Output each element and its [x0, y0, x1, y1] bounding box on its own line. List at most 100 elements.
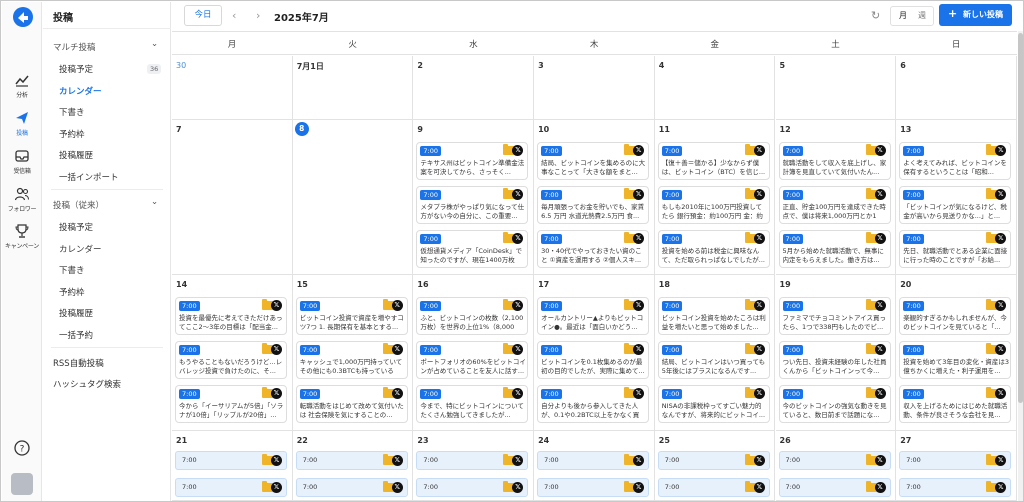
scheduled-post-card[interactable]: 7:00 𝕏 結局、ビットコインを集めるのに大事なことって「大きな額をまと...: [537, 142, 650, 180]
scrollbar-thumb[interactable]: [1018, 33, 1023, 403]
scheduled-post-card[interactable]: 7:00 𝕏 今まで、特にビットコインについてたくさん勉強してきましたが...: [416, 385, 529, 423]
calendar-day-cell[interactable]: 25 7:00 𝕏 7:00 𝕏: [654, 431, 776, 501]
scheduled-post-card[interactable]: 7:00 𝕏 キャッシュで1,000万円持っていてその他にも0.3BTCも持っている…: [295, 341, 408, 379]
reserved-slot[interactable]: 7:00 𝕏: [537, 478, 650, 497]
scrollbar[interactable]: [1018, 31, 1023, 501]
reserved-slot[interactable]: 7:00 𝕏: [899, 478, 1012, 497]
scheduled-post-card[interactable]: 7:00 𝕏 メタプラ株がやっぱり気になって仕方がない今の自分に、この重要...: [416, 186, 529, 224]
calendar-day-cell[interactable]: 27 7:00 𝕏 7:00 𝕏: [896, 431, 1017, 501]
today-button[interactable]: 今日: [184, 5, 222, 26]
calendar-day-cell[interactable]: 24 7:00 𝕏 7:00 𝕏: [534, 431, 655, 501]
scheduled-post-card[interactable]: 7:00 𝕏 ポートフォリオの60%をビットコインが占めていることを友人に話す...: [416, 341, 529, 379]
side-nav-item[interactable]: 一括インポート: [59, 171, 119, 183]
scheduled-post-card[interactable]: 7:00 𝕏 「ビットコインが気になるけど、税金が高いから見送りかな...」と...: [899, 186, 1012, 224]
reserved-slot[interactable]: 7:00 𝕏: [175, 478, 287, 497]
scheduled-post-card[interactable]: 7:00 𝕏 ふと、ビットコインの枚数（2,100万枚）を世界の上位1%（8,000…: [416, 297, 529, 335]
calendar-day-cell[interactable]: 15 7:00 𝕏 ビットコイン投資で資産を増やすコツ7つ 1. 長期保有を基本とする…: [292, 275, 414, 431]
scheduled-post-card[interactable]: 7:00 𝕏 結局、ビットコインはいつ買っても5年後にはプラスになるんです...: [657, 341, 770, 379]
scheduled-post-card[interactable]: 7:00 𝕏 収入を上げるためにはじめた就職活動、条件が良さそうな会社を見...: [899, 385, 1012, 423]
side-nav-item[interactable]: 投稿履歴: [59, 307, 93, 319]
next-month-button[interactable]: ›: [256, 9, 260, 22]
side-nav-item[interactable]: 投稿予定: [59, 63, 93, 75]
scheduled-post-card[interactable]: 7:00 𝕏 投資を最優先に考えてきただけあってここ2〜3年の目標は「配当金...: [175, 297, 287, 335]
help-icon[interactable]: ?: [14, 440, 30, 456]
side-nav-item[interactable]: 一括予約: [59, 329, 93, 341]
side-nav-item[interactable]: 予約枠: [59, 286, 85, 298]
reserved-slot[interactable]: 7:00 𝕏: [295, 478, 408, 497]
reserved-slot[interactable]: 7:00 𝕏: [295, 451, 408, 470]
side-nav-item[interactable]: 下書き: [59, 106, 85, 118]
view-week-button[interactable]: 週: [918, 10, 926, 21]
reserved-slot[interactable]: 7:00 𝕏: [657, 478, 770, 497]
calendar-day-cell[interactable]: 2: [413, 56, 535, 120]
refresh-icon[interactable]: ↻: [871, 9, 880, 22]
scheduled-post-card[interactable]: 7:00 𝕏 仮想通貨メディア「CoinDesk」で知ったのですが、現在1400万枚…: [416, 230, 529, 268]
reserved-slot[interactable]: 7:00 𝕏: [899, 451, 1012, 470]
calendar-day-cell[interactable]: 12 7:00 𝕏 就職活動をして収入を底上げし、家計簿を見直していて気付いたん...…: [775, 120, 897, 275]
side-nav-item[interactable]: 予約枠: [59, 128, 85, 140]
chevron-down-icon[interactable]: ⌄: [151, 197, 158, 207]
scheduled-post-card[interactable]: 7:00 𝕏 つい先日、投資未経験の年した社員くんから「ビットコインって今...: [778, 341, 891, 379]
calendar-day-cell[interactable]: 11 7:00 𝕏 【復＋善＝儲かる】少なからず僕は、ビットコイン（BTC）を信じ..…: [654, 120, 776, 275]
calendar-day-cell[interactable]: 5: [775, 56, 897, 120]
new-post-button[interactable]: + 新しい投稿: [939, 4, 1012, 26]
scheduled-post-card[interactable]: 7:00 𝕏 5月から始めた就職活動で、無事に内定をもらえました。働き方は...: [778, 230, 891, 268]
reserved-slot[interactable]: 7:00 𝕏: [416, 451, 529, 470]
nav-group-group2[interactable]: 投稿（従来）: [53, 199, 104, 211]
reserved-slot[interactable]: 7:00 𝕏: [778, 478, 891, 497]
calendar-day-cell[interactable]: 17 7:00 𝕏 オールカントリー▲よりもビットコイン●。最近は「面白いかどう...…: [534, 275, 655, 431]
calendar-day-cell[interactable]: 6: [896, 56, 1017, 120]
calendar-day-cell[interactable]: 16 7:00 𝕏 ふと、ビットコインの枚数（2,100万枚）を世界の上位1%（8,0…: [413, 275, 535, 431]
calendar-day-cell[interactable]: 19 7:00 𝕏 ファミマでチョコミントアイス買ったら、1つで338円もしたのでビ.…: [775, 275, 897, 431]
scheduled-post-card[interactable]: 7:00 𝕏 自分よりも後から参入してきた人が、0.1や0.2BTC以上をかなく買い…: [537, 385, 650, 423]
scheduled-post-card[interactable]: 7:00 𝕏 テキサス州はビットコイン準備金法案を可決してから、さっそく...: [416, 142, 529, 180]
calendar-day-cell[interactable]: 20 7:00 𝕏 楽観的すぎるかもしれませんが、今のビットコインを見ていると「...…: [896, 275, 1017, 431]
calendar-day-cell[interactable]: 23 7:00 𝕏 7:00 𝕏: [413, 431, 535, 501]
side-nav-item[interactable]: 下書き: [59, 264, 85, 276]
reserved-slot[interactable]: 7:00 𝕏: [537, 451, 650, 470]
prev-month-button[interactable]: ‹: [232, 9, 236, 22]
calendar-day-cell[interactable]: 7月1日: [292, 56, 414, 120]
side-nav-item[interactable]: カレンダー: [59, 243, 102, 255]
rail-item-trophy[interactable]: キャンペーン: [2, 223, 42, 250]
avatar[interactable]: [11, 473, 33, 495]
scheduled-post-card[interactable]: 7:00 𝕏 就職活動をして収入を底上げし、家計簿を見直していて気付いたん...: [778, 142, 891, 180]
scheduled-post-card[interactable]: 7:00 𝕏 転職活動をはじめて改めて気付いたは 社会保険を気にすることの...: [295, 385, 408, 423]
nav-group-group1[interactable]: マルチ投稿: [53, 41, 96, 53]
calendar-day-cell[interactable]: 21 7:00 𝕏 7:00 𝕏: [172, 431, 293, 501]
scheduled-post-card[interactable]: 7:00 𝕏 もうやることもないだろうけど...レバレッジ投資で負けたのに、そ...: [175, 341, 287, 379]
calendar-day-cell[interactable]: 22 7:00 𝕏 7:00 𝕏: [292, 431, 414, 501]
scheduled-post-card[interactable]: 7:00 𝕏 NISAの非課税枠ってすごい魅力的なんですが、将来的にビットコイ...: [657, 385, 770, 423]
scheduled-post-card[interactable]: 7:00 𝕏 ビットコイン投資を始めたころは利益を増たいと思って始めました...: [657, 297, 770, 335]
scheduled-post-card[interactable]: 7:00 𝕏 30・40代でやっておきたい資のこと ①資産を運用する ②個人スキ..…: [537, 230, 650, 268]
chevron-down-icon[interactable]: ⌄: [151, 39, 158, 49]
rail-item-users[interactable]: フォロワー: [2, 186, 42, 213]
reserved-slot[interactable]: 7:00 𝕏: [175, 451, 287, 470]
rail-item-send[interactable]: 投稿: [2, 110, 42, 137]
calendar-day-cell[interactable]: 4: [654, 56, 776, 120]
scheduled-post-card[interactable]: 7:00 𝕏 オールカントリー▲よりもビットコイン●。最近は「面白いかどう...: [537, 297, 650, 335]
calendar-day-cell[interactable]: 18 7:00 𝕏 ビットコイン投資を始めたころは利益を増たいと思って始めました...…: [654, 275, 776, 431]
reserved-slot[interactable]: 7:00 𝕏: [416, 478, 529, 497]
scheduled-post-card[interactable]: 7:00 𝕏 投資を始める前は税金に興味なんて、ただ取られっぱなしでしたが...: [657, 230, 770, 268]
side-nav-item[interactable]: ハッシュタグ検索: [53, 378, 121, 390]
view-month-button[interactable]: 月: [899, 10, 907, 21]
calendar-day-cell[interactable]: 14 7:00 𝕏 投資を最優先に考えてきただけあってここ2〜3年の目標は「配当金..…: [172, 275, 293, 431]
scheduled-post-card[interactable]: 7:00 𝕏 今から「イーサリアムが5倍」「ソラナが10倍」「リップルが20倍」..…: [175, 385, 287, 423]
calendar-day-cell[interactable]: 9 7:00 𝕏 テキサス州はビットコイン準備金法案を可決してから、さっそく... 7:…: [413, 120, 535, 275]
side-nav-item[interactable]: 投稿履歴: [59, 149, 93, 161]
calendar-day-cell[interactable]: 30: [172, 56, 293, 120]
scheduled-post-card[interactable]: 7:00 𝕏 今のビットコインの強気な動きを見ていると、数日前まで話題にな...: [778, 385, 891, 423]
side-nav-item[interactable]: RSS自動投稿: [53, 357, 104, 369]
side-nav-item[interactable]: カレンダー: [59, 85, 102, 97]
app-logo-icon[interactable]: [12, 6, 34, 28]
scheduled-post-card[interactable]: 7:00 𝕏 ビットコインを0.1枚集めるのが最初の目的でしたが、実際に集めて...: [537, 341, 650, 379]
scheduled-post-card[interactable]: 7:00 𝕏 よく考えてみれば、ビットコインを保有するということは「昭和...: [899, 142, 1012, 180]
calendar-day-cell[interactable]: 26 7:00 𝕏 7:00 𝕏: [775, 431, 897, 501]
scheduled-post-card[interactable]: 7:00 𝕏 先日、就職活動でとある企業に面接に行った時のことですが「お給...: [899, 230, 1012, 268]
calendar-day-cell[interactable]: 13 7:00 𝕏 よく考えてみれば、ビットコインを保有するということは「昭和... 7…: [896, 120, 1017, 275]
reserved-slot[interactable]: 7:00 𝕏: [657, 451, 770, 470]
scheduled-post-card[interactable]: 7:00 𝕏 ファミマでチョコミントアイス買ったら、1つで338円もしたのでビ...: [778, 297, 891, 335]
calendar-day-cell[interactable]: 8: [292, 120, 414, 275]
scheduled-post-card[interactable]: 7:00 𝕏 毎月頑張ってお金を貯いでも、家賃6.5 万円 水道光熱費2.5万円 食…: [537, 186, 650, 224]
